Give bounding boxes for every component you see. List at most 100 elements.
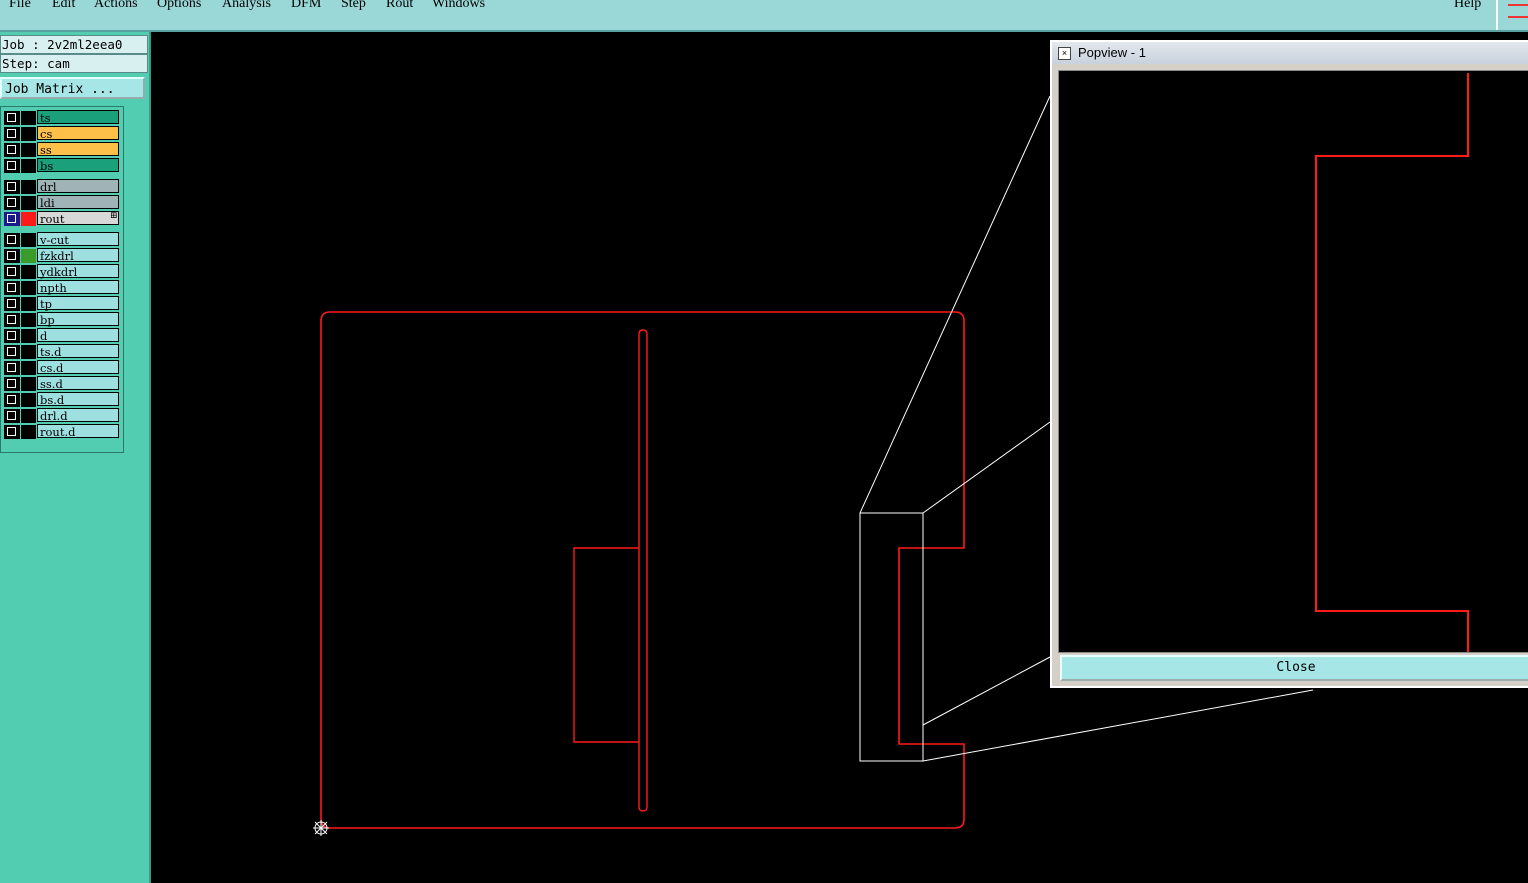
layer-checkbox[interactable] (4, 329, 20, 343)
popview-titlebar[interactable]: × Popview - 1 (1052, 42, 1528, 64)
layer-color-swatch[interactable] (21, 196, 36, 210)
layer-name-label[interactable]: drl (37, 179, 119, 194)
layer-checkbox[interactable] (4, 281, 20, 295)
layer-color-swatch[interactable] (21, 111, 36, 125)
layer-checkbox[interactable] (4, 111, 20, 125)
layer-row-bs-d[interactable]: bs.d (3, 392, 119, 407)
window-corner-button[interactable] (1496, 0, 1528, 30)
layer-checkbox[interactable] (4, 361, 20, 375)
layer-checkbox[interactable] (4, 196, 20, 210)
layer-color-swatch[interactable] (21, 393, 36, 407)
layer-color-swatch[interactable] (21, 159, 36, 173)
popview-title: Popview - 1 (1078, 45, 1146, 60)
layer-name-label[interactable]: tp (37, 296, 119, 311)
layer-row-rout[interactable]: rout ⊞ (3, 211, 119, 226)
layer-color-swatch[interactable] (21, 425, 36, 439)
layer-name-label[interactable]: ts (37, 110, 119, 125)
layer-checkbox[interactable] (4, 212, 20, 226)
layer-row-cs[interactable]: cs (3, 126, 119, 141)
menu-windows[interactable]: Windows (432, 0, 485, 12)
layer-checkbox[interactable] (4, 249, 20, 263)
job-matrix-button[interactable]: Job Matrix ... (0, 77, 145, 99)
layer-name-label[interactable]: bs.d (37, 392, 119, 407)
layer-color-swatch[interactable] (21, 313, 36, 327)
layer-name-label[interactable]: npth (37, 280, 119, 295)
layer-color-swatch[interactable] (21, 143, 36, 157)
layer-checkbox[interactable] (4, 425, 20, 439)
layer-color-swatch[interactable] (21, 127, 36, 141)
corner-lines-icon (1508, 4, 1528, 18)
layer-checkbox[interactable] (4, 233, 20, 247)
layer-row-drl[interactable]: drl (3, 179, 119, 194)
layer-color-swatch[interactable] (21, 180, 36, 194)
menu-actions[interactable]: Actions (94, 0, 138, 12)
menu-edit[interactable]: Edit (52, 0, 75, 12)
layer-row-ss-d[interactable]: ss.d (3, 376, 119, 391)
layer-name-label[interactable]: cs (37, 126, 119, 141)
layer-name-label[interactable]: v-cut (37, 232, 119, 247)
layer-row-bs[interactable]: bs (3, 158, 119, 173)
layer-row-drl-d[interactable]: drl.d (3, 408, 119, 423)
layer-name-label[interactable]: rout (37, 211, 119, 226)
layer-row-npth[interactable]: npth (3, 280, 119, 295)
menu-help[interactable]: Help (1454, 0, 1481, 12)
layer-name-label[interactable]: ss.d (37, 376, 119, 391)
menu-rout[interactable]: Rout (386, 0, 413, 12)
close-button[interactable]: Close (1060, 655, 1528, 681)
layer-name-label[interactable]: ldi (37, 195, 119, 210)
layer-color-swatch[interactable] (21, 233, 36, 247)
layer-checkbox[interactable] (4, 393, 20, 407)
layer-name-label[interactable]: ydkdrl (37, 264, 119, 279)
layer-checkbox[interactable] (4, 345, 20, 359)
layer-row-ldi[interactable]: ldi (3, 195, 119, 210)
layer-name-label[interactable]: rout.d (37, 424, 119, 439)
layer-color-swatch[interactable] (21, 329, 36, 343)
menu-dfm[interactable]: DFM (291, 0, 321, 12)
layer-color-swatch[interactable] (21, 361, 36, 375)
layer-checkbox[interactable] (4, 143, 20, 157)
layer-color-swatch[interactable] (21, 249, 36, 263)
menu-file[interactable]: File (9, 0, 31, 12)
layer-row-bp[interactable]: bp (3, 312, 119, 327)
layer-row-ts[interactable]: ts (3, 110, 119, 125)
layer-checkbox[interactable] (4, 409, 20, 423)
layer-checkbox[interactable] (4, 297, 20, 311)
left-panel: Job : 2v2ml2eea0 Step: cam Job Matrix ..… (0, 32, 151, 883)
menu-options[interactable]: Options (157, 0, 201, 12)
popview-background (1059, 71, 1528, 652)
layer-row-ss[interactable]: ss (3, 142, 119, 157)
layer-row-fzkdrl[interactable]: fzkdrl (3, 248, 119, 263)
layer-checkbox[interactable] (4, 127, 20, 141)
layer-color-swatch[interactable] (21, 377, 36, 391)
layer-row-ts-d[interactable]: ts.d (3, 344, 119, 359)
popview-canvas[interactable] (1058, 70, 1528, 653)
layer-row-cs-d[interactable]: cs.d (3, 360, 119, 375)
layer-name-label[interactable]: ss (37, 142, 119, 157)
layer-color-swatch[interactable] (21, 409, 36, 423)
layer-name-label[interactable]: bp (37, 312, 119, 327)
layer-name-label[interactable]: ts.d (37, 344, 119, 359)
layer-color-swatch[interactable] (21, 297, 36, 311)
menu-analysis[interactable]: Analysis (222, 0, 271, 12)
layer-row-v-cut[interactable]: v-cut (3, 232, 119, 247)
layer-color-swatch[interactable] (21, 345, 36, 359)
layer-row-rout-d[interactable]: rout.d (3, 424, 119, 439)
menu-step[interactable]: Step (341, 0, 366, 12)
layer-name-label[interactable]: d (37, 328, 119, 343)
layer-name-label[interactable]: cs.d (37, 360, 119, 375)
layer-color-swatch[interactable] (21, 281, 36, 295)
checkbox-square-icon (7, 411, 16, 420)
layer-name-label[interactable]: bs (37, 158, 119, 173)
layer-checkbox[interactable] (4, 313, 20, 327)
layer-name-label[interactable]: drl.d (37, 408, 119, 423)
layer-name-label[interactable]: fzkdrl (37, 248, 119, 263)
layer-checkbox[interactable] (4, 265, 20, 279)
layer-row-ydkdrl[interactable]: ydkdrl (3, 264, 119, 279)
layer-color-swatch[interactable] (21, 265, 36, 279)
layer-checkbox[interactable] (4, 180, 20, 194)
layer-checkbox[interactable] (4, 377, 20, 391)
layer-color-swatch[interactable] (21, 212, 36, 226)
layer-checkbox[interactable] (4, 159, 20, 173)
layer-row-d[interactable]: d (3, 328, 119, 343)
layer-row-tp[interactable]: tp (3, 296, 119, 311)
